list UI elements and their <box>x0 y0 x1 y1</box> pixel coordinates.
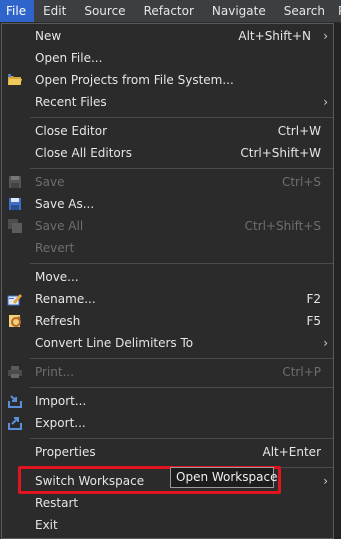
menu-item-label: Close All Editors <box>35 146 132 160</box>
chevron-right-icon: › <box>323 95 328 109</box>
menu-item-save-all[interactable]: Save All Ctrl+Shift+S <box>2 215 333 237</box>
shortcut-text: Ctrl+P <box>282 365 321 379</box>
menu-edit[interactable]: Edit <box>34 0 75 22</box>
chevron-right-icon: › <box>323 336 328 350</box>
menu-item-label: Open Projects from File System... <box>35 73 234 87</box>
menu-item-label: Recent Files <box>35 95 107 109</box>
tooltip: Open Workspace <box>170 467 277 488</box>
menu-item-label: Close Editor <box>35 124 108 138</box>
shortcut-text: F5 <box>306 314 321 328</box>
menu-item-export[interactable]: Export... <box>2 412 333 434</box>
menu-separator <box>30 168 333 169</box>
menu-item-convert-line-delimiters[interactable]: Convert Line Delimiters To › <box>2 332 333 354</box>
import-icon <box>7 393 23 409</box>
save-all-icon <box>7 218 23 234</box>
menu-item-properties[interactable]: Properties Alt+Enter <box>2 441 333 463</box>
menu-item-label: New <box>35 29 62 43</box>
menu-item-print[interactable]: Print... Ctrl+P <box>2 361 333 383</box>
menu-item-label: Open File... <box>35 51 103 65</box>
menu-source[interactable]: Source <box>75 0 134 22</box>
file-menu-dropdown: New Alt+Shift+N › Open File... Open Proj… <box>1 23 334 539</box>
menu-item-import[interactable]: Import... <box>2 390 333 412</box>
menu-item-label: Move... <box>35 270 79 284</box>
editor-background <box>334 23 341 539</box>
menu-item-label: Rename... <box>35 292 96 306</box>
menu-item-close-all-editors[interactable]: Close All Editors Ctrl+Shift+W <box>2 142 333 164</box>
menu-item-recent-files[interactable]: Recent Files › <box>2 91 333 113</box>
menu-item-refresh[interactable]: Refresh F5 <box>2 310 333 332</box>
menu-separator <box>30 263 333 264</box>
menu-item-label: Save All <box>35 219 84 233</box>
menu-separator <box>30 438 333 439</box>
shortcut-text: F2 <box>306 292 321 306</box>
menu-item-label: Convert Line Delimiters To <box>35 336 194 350</box>
shortcut-text: Ctrl+W <box>277 124 321 138</box>
menu-item-label: Revert <box>35 241 75 255</box>
menu-item-exit[interactable]: Exit <box>2 514 333 536</box>
shortcut-text: Alt+Shift+N <box>238 29 311 43</box>
menu-item-label: Properties <box>35 445 96 459</box>
menu-item-label: Refresh <box>35 314 81 328</box>
menu-refactor[interactable]: Refactor <box>135 0 203 22</box>
menu-item-label: Exit <box>35 518 58 532</box>
menu-navigate[interactable]: Navigate <box>203 0 275 22</box>
menu-separator <box>30 117 333 118</box>
menu-item-save[interactable]: Save Ctrl+S <box>2 171 333 193</box>
shortcut-text: Ctrl+S <box>281 175 321 189</box>
menu-item-label: Export... <box>35 416 86 430</box>
shortcut-text: Ctrl+Shift+W <box>240 146 321 160</box>
menu-project-truncated[interactable]: P <box>334 0 341 22</box>
chevron-right-icon: › <box>323 474 328 488</box>
menu-item-close-editor[interactable]: Close Editor Ctrl+W <box>2 120 333 142</box>
shortcut-text: Ctrl+Shift+S <box>244 219 321 233</box>
menu-item-save-as[interactable]: Save As... <box>2 193 333 215</box>
export-icon <box>7 415 23 431</box>
menu-item-label: Restart <box>35 496 79 510</box>
menu-item-open-file[interactable]: Open File... <box>2 47 333 69</box>
menu-item-revert[interactable]: Revert <box>2 237 333 259</box>
printer-icon <box>7 364 23 380</box>
menu-item-move[interactable]: Move... <box>2 266 333 288</box>
menu-item-open-projects[interactable]: Open Projects from File System... <box>2 69 333 91</box>
save-as-icon <box>7 196 23 212</box>
menu-item-label: Import... <box>35 394 87 408</box>
menu-separator <box>30 358 333 359</box>
rename-icon <box>7 291 23 307</box>
menu-item-label: Save As... <box>35 197 95 211</box>
menu-item-new[interactable]: New Alt+Shift+N › <box>2 25 333 47</box>
refresh-icon <box>7 313 23 329</box>
shortcut-text: Alt+Enter <box>262 445 321 459</box>
menu-file[interactable]: File <box>0 0 35 22</box>
chevron-right-icon: › <box>323 29 328 43</box>
menu-item-label: Save <box>35 175 65 189</box>
menu-item-label: Print... <box>35 365 75 379</box>
menu-item-restart[interactable]: Restart <box>2 492 333 514</box>
menu-search[interactable]: Search <box>275 0 334 22</box>
menu-bar: File Edit Source Refactor Navigate Searc… <box>0 0 341 23</box>
menu-item-rename[interactable]: Rename... F2 <box>2 288 333 310</box>
folder-open-icon <box>7 72 23 88</box>
menu-separator <box>30 387 333 388</box>
save-icon <box>7 174 23 190</box>
